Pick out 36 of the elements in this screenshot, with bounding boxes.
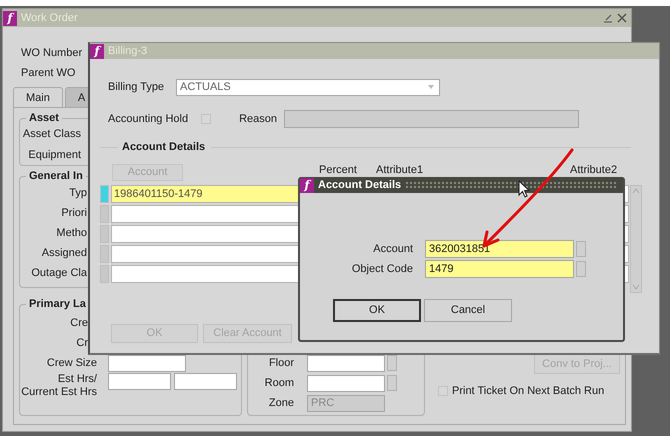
field-label: Object Code <box>350 263 413 275</box>
field-label: Accounting Hold <box>108 113 188 125</box>
group-title: Primary La <box>28 298 87 310</box>
field-label: Typ <box>68 186 87 201</box>
checkbox-label: Print Ticket On Next Batch Run <box>452 385 604 397</box>
field-label: Equipment <box>27 148 81 163</box>
field-value: ACTUALS <box>180 80 231 94</box>
field-label: Parent WO <box>21 66 76 81</box>
field-label: Billing Type <box>108 81 166 93</box>
field-label: Room <box>264 377 294 389</box>
column-header: Attribute2 <box>569 164 618 176</box>
field-label: Zone <box>268 397 294 409</box>
app-logo: f <box>90 44 104 58</box>
field-label: Priori <box>60 206 87 221</box>
field-label: Account <box>372 243 413 255</box>
app-logo: f <box>300 178 314 192</box>
input-field: PRC <box>307 394 385 412</box>
field-label: Asset Class <box>22 127 81 142</box>
field-label: Cre <box>69 316 88 330</box>
field-label: Outage Cla <box>30 266 87 281</box>
field-label: Floor <box>268 357 294 369</box>
field-label: Current Est Hrs <box>20 386 97 399</box>
field-label: Metho <box>55 226 87 241</box>
field-label: Assigned <box>40 246 87 261</box>
field-label: Crew Size <box>46 356 97 370</box>
group-title: General In <box>28 170 84 182</box>
field-label: Cr <box>75 336 88 350</box>
column-header: Percent <box>318 164 358 176</box>
field-label: Reason <box>239 113 278 125</box>
group-title: Asset <box>28 112 60 124</box>
app-logo: f <box>3 10 17 26</box>
section-title: Account Details <box>122 141 206 153</box>
window-title: Account Details <box>318 179 402 191</box>
field-label: WO Number <box>21 46 82 61</box>
field-label: Est Hrs/ <box>56 373 97 386</box>
column-header: Attribute1 <box>375 164 424 176</box>
